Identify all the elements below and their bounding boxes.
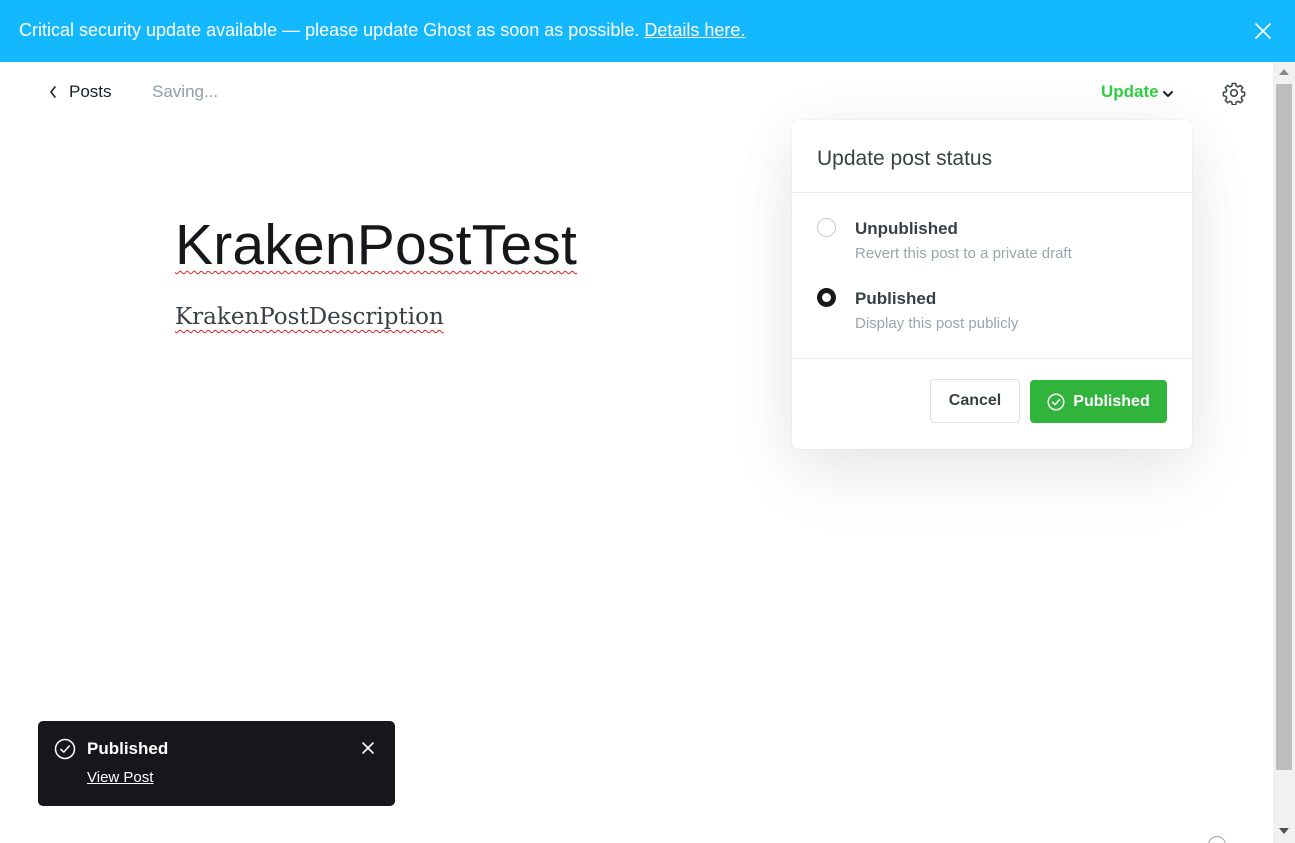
published-label: Published [855, 289, 937, 308]
scroll-down-arrow-icon[interactable] [1279, 828, 1289, 834]
cancel-button[interactable]: Cancel [930, 379, 1020, 423]
unpublished-label: Unpublished [855, 219, 958, 238]
chevron-left-icon [50, 86, 56, 98]
popover-title: Update post status [817, 147, 993, 170]
update-dropdown-button[interactable]: Update [1101, 82, 1174, 102]
close-icon[interactable] [361, 741, 375, 755]
scrollbar[interactable] [1273, 62, 1295, 843]
published-description: Display this post publicly [855, 315, 1019, 332]
unpublished-description: Revert this post to a private draft [855, 245, 1072, 262]
chevron-down-icon [1162, 90, 1173, 97]
toast-title: Published [87, 739, 169, 758]
update-status-popover: Update post status Unpublished Revert th… [792, 120, 1192, 449]
close-icon[interactable] [1252, 20, 1274, 42]
view-post-link[interactable]: View Post [87, 769, 153, 786]
back-to-posts-link[interactable]: Posts [49, 81, 112, 103]
unpublished-radio[interactable] [817, 218, 836, 237]
published-button[interactable]: Published [1030, 380, 1167, 423]
save-status: Saving... [152, 82, 219, 101]
post-title[interactable]: KrakenPostTest [175, 212, 577, 278]
cancel-label: Cancel [948, 392, 1002, 409]
published-button-label: Published [1073, 392, 1150, 410]
divider [792, 192, 1192, 193]
back-label: Posts [69, 82, 112, 101]
check-circle-icon [54, 738, 76, 765]
banner-details-link[interactable]: Details here. [644, 20, 745, 40]
banner-message: Critical security update available — ple… [19, 20, 640, 40]
help-icon[interactable] [1208, 836, 1226, 843]
post-excerpt[interactable]: KrakenPostDescription [175, 304, 444, 330]
published-toast: Published View Post [38, 721, 395, 806]
divider [792, 358, 1192, 359]
security-update-banner: Critical security update available — ple… [0, 0, 1295, 62]
update-label: Update [1101, 82, 1159, 101]
gear-icon[interactable] [1222, 81, 1246, 106]
check-circle-icon [1047, 392, 1065, 411]
scroll-up-arrow-icon[interactable] [1279, 69, 1289, 75]
published-radio[interactable] [817, 288, 836, 307]
banner-text: Critical security update available — ple… [19, 20, 745, 41]
scroll-thumb[interactable] [1276, 84, 1292, 770]
